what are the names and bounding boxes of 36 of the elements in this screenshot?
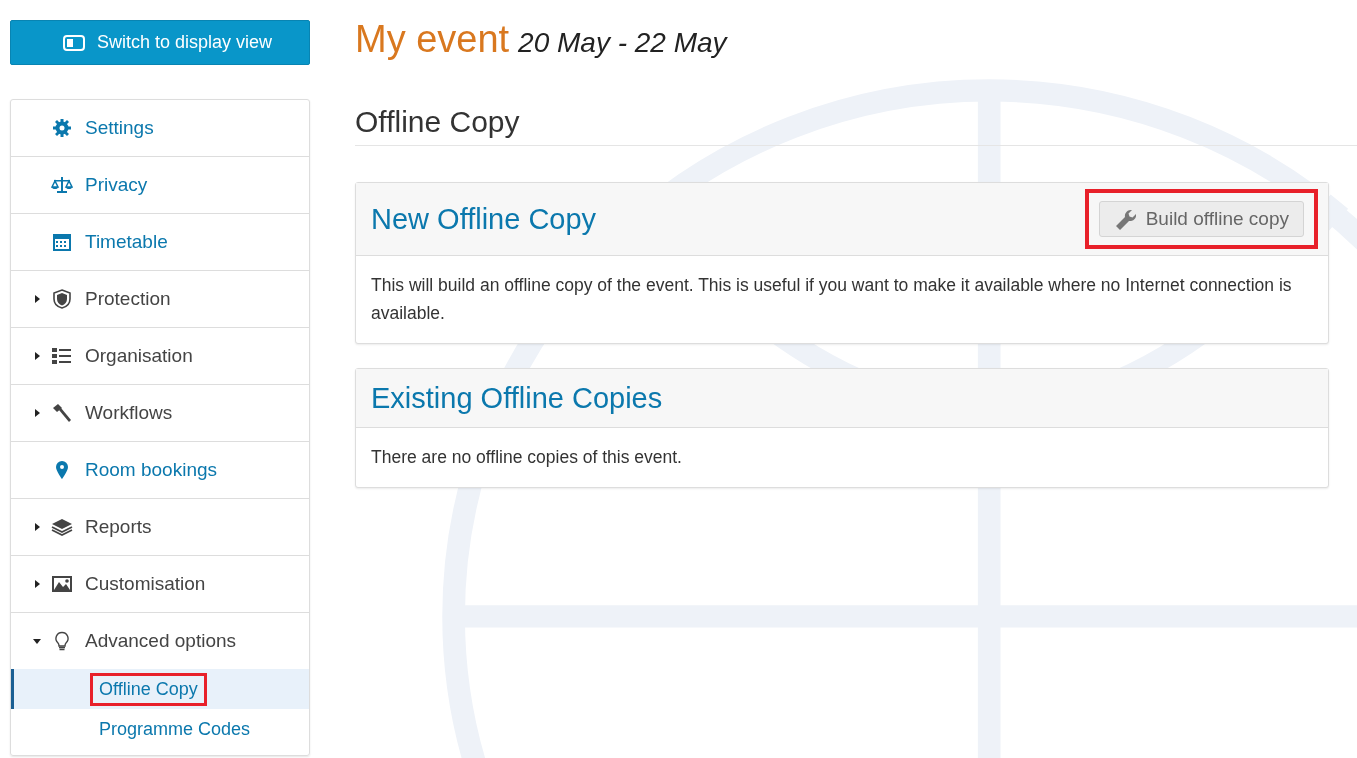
build-offline-copy-button[interactable]: Build offline copy <box>1098 201 1304 237</box>
caret-icon <box>33 523 41 531</box>
display-view-button[interactable]: Switch to display view <box>10 20 310 65</box>
sidebar-item[interactable]: Customisation <box>11 556 309 612</box>
sidebar-item[interactable]: Privacy <box>11 157 309 213</box>
sidebar-subitem[interactable]: Programme Codes <box>11 709 309 749</box>
hammer-icon <box>51 403 73 423</box>
panel-text: There are no offline copies of this event. <box>370 446 683 469</box>
sidebar-item[interactable]: Protection <box>11 271 309 327</box>
caret-icon <box>33 409 41 417</box>
caret-icon <box>33 580 41 588</box>
caret-icon <box>33 637 41 645</box>
calendar-icon <box>51 232 73 252</box>
panel-title: New Offline Copy <box>371 202 597 236</box>
list-icon <box>51 346 73 366</box>
image-icon <box>51 574 73 594</box>
sidebar-item[interactable]: Advanced options <box>11 613 309 669</box>
event-title: My event <box>355 18 510 60</box>
sidebar-item[interactable]: Reports <box>11 499 309 555</box>
scale-icon <box>51 175 73 195</box>
display-icon <box>63 34 85 51</box>
caret-icon <box>33 295 41 303</box>
sidebar-item[interactable]: Organisation <box>11 328 309 384</box>
event-dates: 20 May - 22 May <box>518 27 727 58</box>
sidebar-item[interactable]: Timetable <box>11 214 309 270</box>
layers-icon <box>51 517 73 537</box>
page-title: Offline Copy <box>355 105 1357 146</box>
panel-text: This will build an offline copy of the event. This is useful if you want to make it available where no Internet connection is available. <box>370 274 1293 325</box>
sidebar-subitem[interactable]: Offline Copy <box>11 669 309 709</box>
caret-icon <box>33 352 41 360</box>
settings-icon <box>51 118 73 138</box>
sidebar-item[interactable]: Room bookings <box>11 442 309 498</box>
sidebar-item[interactable]: Settings <box>11 100 309 156</box>
sidebar-item[interactable]: Workflows <box>11 385 309 441</box>
panel-title: Existing Offline Copies <box>371 381 663 415</box>
shield-icon <box>51 289 73 309</box>
